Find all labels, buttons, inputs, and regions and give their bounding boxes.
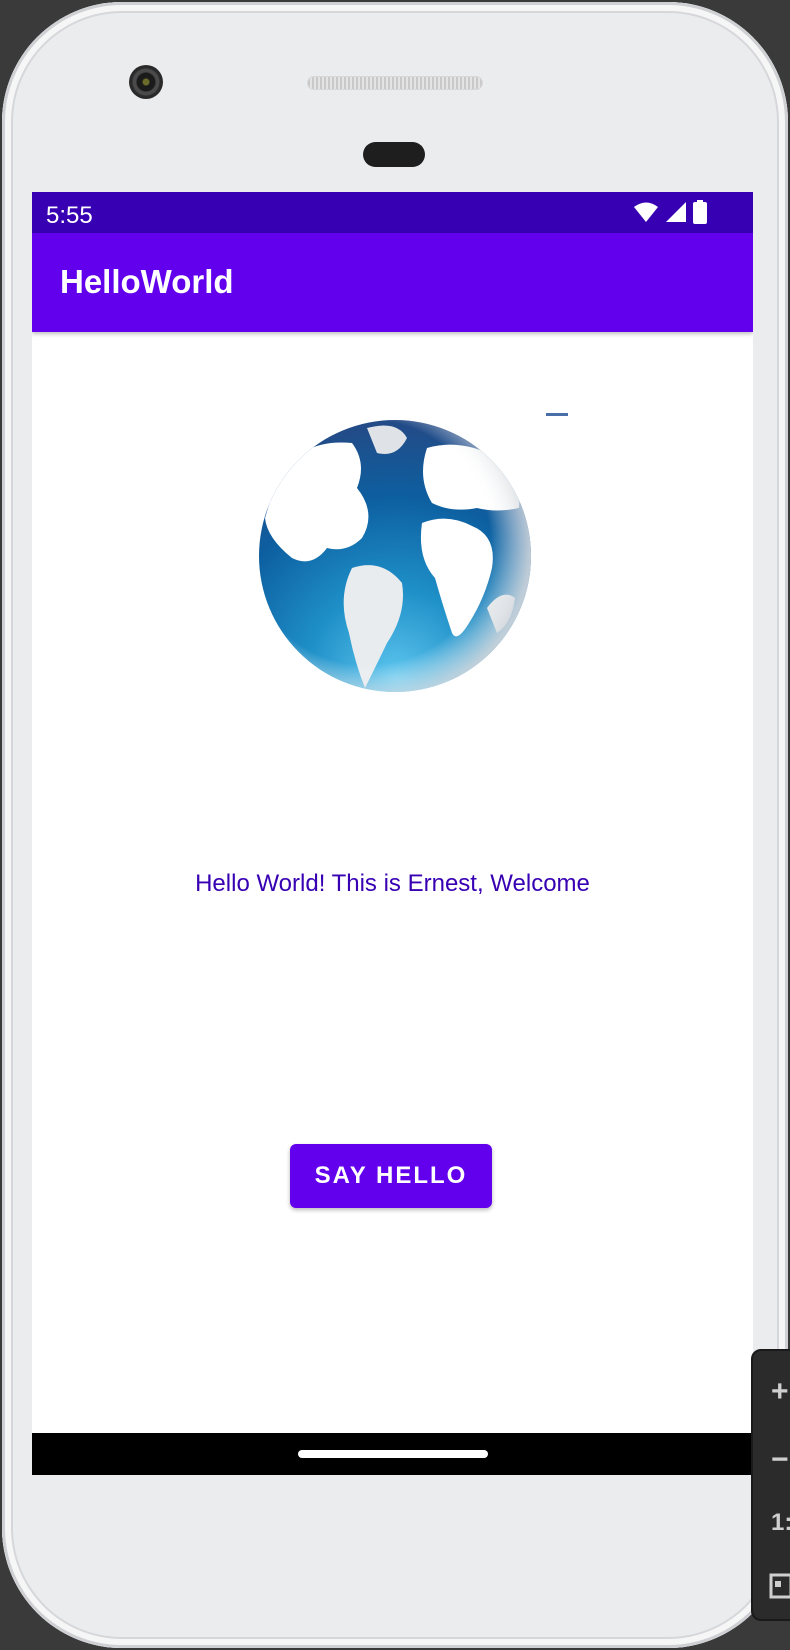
screen-fit-icon[interactable]	[769, 1573, 790, 1599]
signal-icon	[666, 202, 686, 222]
camera-lens	[129, 65, 163, 99]
phone-frame: 5:55 HelloWorld Hello World! This is Ern…	[2, 2, 788, 1648]
app-bar: HelloWorld	[32, 233, 753, 332]
battery-icon	[693, 200, 707, 224]
phone-screen: 5:55 HelloWorld Hello World! This is Ern…	[32, 192, 753, 1475]
navigation-bar	[32, 1433, 753, 1475]
zoom-out-icon[interactable]: −	[771, 1443, 789, 1477]
say-hello-button[interactable]: SAY HELLO	[290, 1144, 492, 1208]
status-icons	[633, 200, 707, 224]
app-title: HelloWorld	[60, 263, 234, 300]
globe-image	[259, 420, 531, 692]
hello-message: Hello World! This is Ernest, Welcome	[195, 870, 590, 897]
emulator-side-toolbar: + − 1:	[751, 1349, 790, 1621]
image-artifact	[546, 413, 568, 416]
zoom-in-icon[interactable]: +	[771, 1375, 789, 1409]
earpiece-speaker	[308, 77, 482, 89]
zoom-ratio-label[interactable]: 1:	[771, 1509, 790, 1537]
status-bar: 5:55	[32, 192, 753, 233]
home-gesture-handle[interactable]	[298, 1450, 488, 1458]
status-time: 5:55	[46, 202, 93, 229]
wifi-icon	[634, 202, 658, 222]
proximity-sensor	[363, 142, 425, 167]
